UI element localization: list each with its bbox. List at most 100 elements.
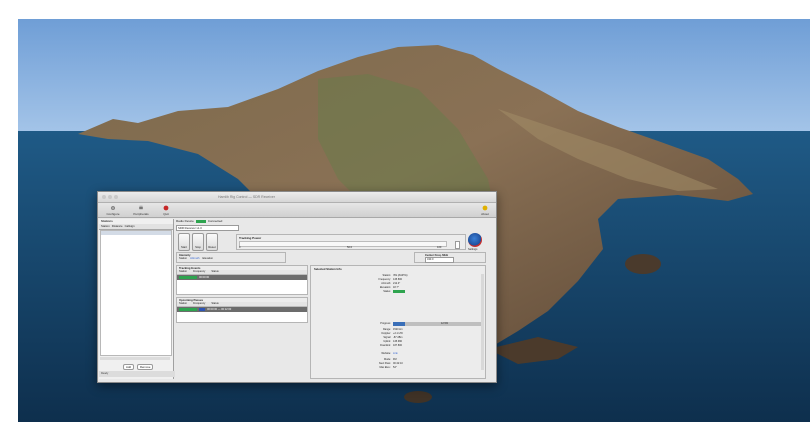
configure-button[interactable]: Configure (104, 205, 122, 216)
window-title: Hamlib Rig Control — SDR Receiver (218, 195, 275, 199)
info-value: -87 dBm (393, 336, 403, 339)
col-station[interactable]: Station (179, 302, 187, 306)
peripherals-label: Peripherals (133, 212, 149, 216)
quit-label: Quit (163, 212, 169, 216)
col-status[interactable]: Status (211, 302, 218, 306)
close-window-button[interactable] (102, 195, 106, 199)
info-value: 145.800 (393, 278, 403, 281)
pass-bar (199, 308, 205, 311)
info-scrollbar[interactable] (481, 274, 484, 370)
col-frequency[interactable]: Frequency (193, 270, 205, 274)
station-info-panel: Selected Station Info Station: ISS (ZARY… (310, 265, 486, 379)
tracking-power-slider[interactable] (239, 241, 447, 247)
table-empty-area (177, 282, 307, 290)
configure-label: Configure (106, 212, 120, 216)
control-buttons: Start Stop Reset (178, 233, 218, 251)
device-status: Connected (207, 219, 223, 223)
intensity-row: Station Azimuth Elevation (179, 257, 213, 260)
info-value: 1520 km (393, 328, 403, 331)
col-station[interactable]: Station (179, 270, 187, 274)
app-window: Hamlib Rig Control — SDR Receiver Config… (97, 191, 497, 383)
power-stepper[interactable] (455, 241, 460, 249)
reset-button[interactable]: Reset (206, 233, 218, 251)
tracking-power-label: Tracking Power (239, 236, 262, 240)
tracking-power-panel: Tracking Power 0 50.0 100 (236, 234, 466, 250)
info-key: Doppler: (381, 332, 391, 335)
sidebar-scrollbar[interactable] (100, 357, 170, 360)
center-freq-field[interactable]: 433.0 (425, 257, 454, 263)
info-key: Frequency: (378, 278, 391, 281)
power-mid: 50.0 (347, 246, 353, 249)
info-value: 00:42:10 (393, 362, 403, 365)
intensity-item-elevation[interactable]: Elevation (202, 257, 213, 260)
info-value: 54° (393, 366, 397, 369)
power-max: 100 (437, 246, 442, 249)
add-station-button[interactable]: Add (123, 364, 134, 370)
status-indicator (195, 220, 206, 223)
info-key: Max Elev.: (379, 366, 391, 369)
website-link[interactable]: Link (393, 352, 398, 355)
stop-button[interactable]: Stop (192, 233, 204, 251)
col-status[interactable]: Status (211, 270, 218, 274)
col-station[interactable]: Station (99, 224, 110, 229)
progress-fill (393, 322, 405, 326)
intensity-group: Intensity Station Azimuth Elevation (176, 252, 286, 263)
sidebar-status: Ready (99, 371, 175, 377)
about-button[interactable]: About (478, 205, 492, 216)
info-key: Signal: (383, 336, 391, 339)
info-value: ISS (ZARYA) (393, 274, 408, 277)
table-row[interactable]: 00:00:00 (177, 275, 307, 280)
passes-table: Upcoming Passes Station Frequency Status… (176, 297, 308, 323)
station-info-header: Selected Station Info (314, 267, 342, 271)
settings-label: Settings (468, 248, 478, 251)
info-value: 437.800 (393, 344, 403, 347)
progress-key: Progress: (380, 322, 391, 325)
info-key: Azimuth: (381, 282, 391, 285)
website-key: Website: (381, 352, 391, 355)
plug-icon (139, 205, 143, 210)
power-min: 0 (239, 246, 241, 249)
list-item[interactable] (101, 231, 171, 235)
minimize-window-button[interactable] (108, 195, 112, 199)
center-freq-group: Center Freq. MHz 433.0 (414, 252, 486, 263)
intensity-item-station[interactable]: Station (179, 257, 187, 260)
info-key: Status: (383, 290, 391, 293)
col-frequency[interactable]: Frequency (193, 302, 205, 306)
desktop-wallpaper: Hamlib Rig Control — SDR Receiver Config… (18, 19, 810, 422)
intensity-item-azimuth[interactable]: Azimuth (190, 257, 199, 260)
signal-bar (179, 308, 197, 311)
info-key: Elevation: (380, 286, 391, 289)
window-titlebar[interactable]: Hamlib Rig Control — SDR Receiver (98, 192, 496, 203)
info-key: Mode: (384, 358, 391, 361)
row-label: 00:00:00 — 00:12:00 (207, 308, 232, 311)
info-key: Station: (382, 274, 391, 277)
info-key: Range: (382, 328, 391, 331)
progress-bar: 12.5% (393, 322, 483, 326)
settings-icon[interactable] (468, 233, 482, 247)
info-key: Downlink: (380, 344, 391, 347)
col-callsign[interactable]: Callsign (123, 224, 135, 229)
progress-text: 12.5% (441, 322, 449, 325)
start-button[interactable]: Start (178, 233, 190, 251)
info-icon (482, 205, 488, 211)
stations-list[interactable] (100, 230, 172, 356)
signal-bar (179, 276, 197, 279)
toolbar: Configure Peripherals Quit About (98, 203, 496, 218)
peripherals-button[interactable]: Peripherals (130, 205, 152, 216)
quit-button[interactable]: Quit (160, 205, 172, 216)
remove-station-button[interactable]: Remove (136, 364, 154, 370)
col-distance[interactable]: Distance (110, 224, 123, 229)
table-row[interactable]: 00:00:00 — 00:12:00 (177, 307, 307, 312)
device-select[interactable]: SDR Receiver v1.0 (176, 225, 239, 231)
row-label: 00:00:00 (199, 276, 210, 279)
device-label: Radio Device (176, 219, 194, 223)
info-value: 18.7° (393, 286, 399, 289)
info-value: FM (393, 358, 397, 361)
stations-sidebar: Stations Station Distance Callsign Add R… (99, 219, 175, 379)
sidebar-buttons: Add Remove (123, 364, 154, 370)
info-key: Next Pass: (378, 362, 391, 365)
stop-icon (163, 205, 169, 211)
info-key: Uplink: (383, 340, 391, 343)
zoom-window-button[interactable] (114, 195, 118, 199)
info-value: 212.4° (393, 282, 401, 285)
